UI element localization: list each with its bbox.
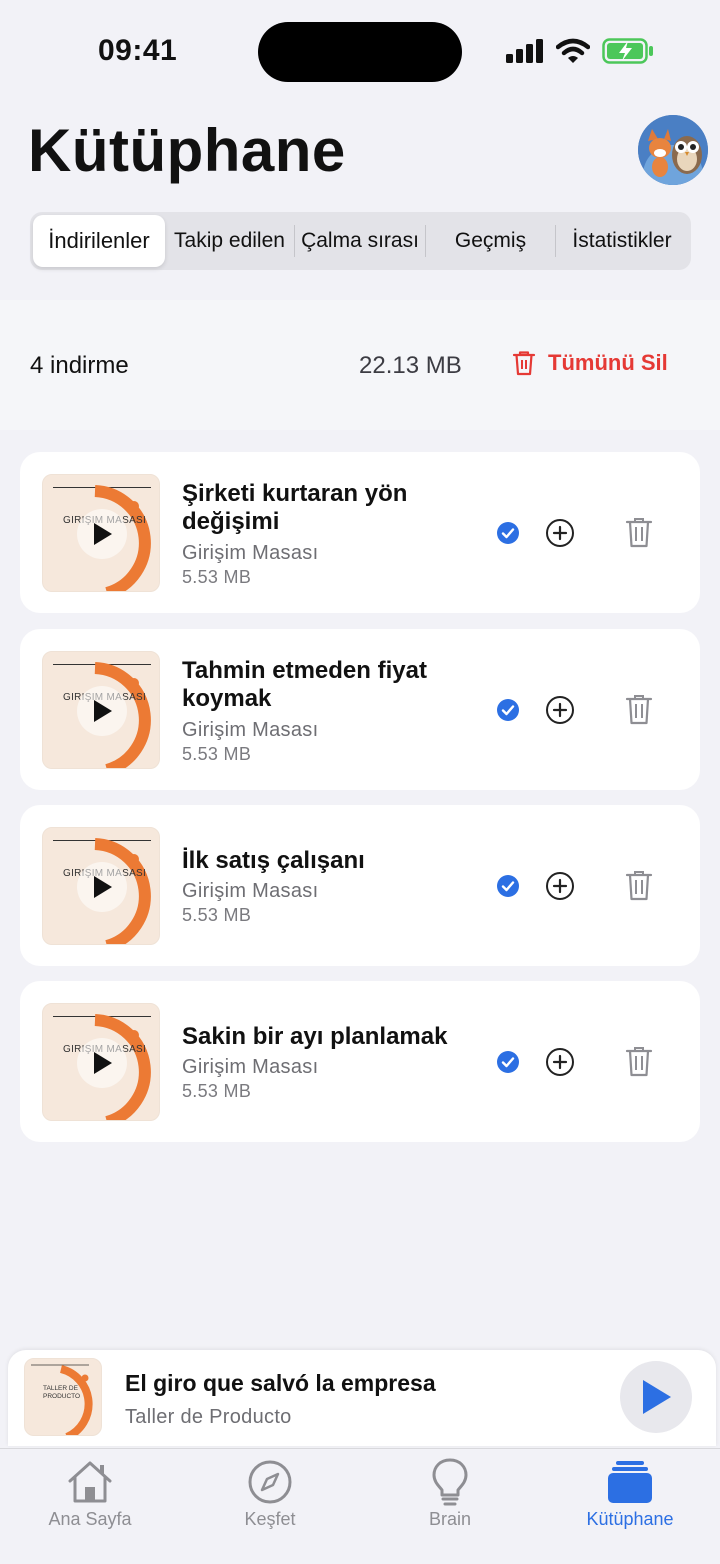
library-icon xyxy=(608,1461,652,1503)
dynamic-island xyxy=(258,22,462,82)
tabbar-item-explore[interactable]: Keşfet xyxy=(180,1449,360,1539)
play-episode-button[interactable] xyxy=(77,862,127,912)
episode-artwork: GIRIŞIM MASASI xyxy=(42,474,160,592)
status-time: 09:41 xyxy=(98,34,178,67)
add-to-queue-icon[interactable] xyxy=(545,1047,575,1077)
delete-all-button[interactable]: Tümünü Sil xyxy=(512,350,668,376)
download-item[interactable]: GIRIŞIM MASASI Tahmin etmeden fiyat koym… xyxy=(20,629,700,790)
delete-all-label: Tümünü Sil xyxy=(548,350,668,375)
download-item[interactable]: GIRIŞIM MASASI Şirketi kurtaran yön deği… xyxy=(20,452,700,613)
play-episode-button[interactable] xyxy=(77,686,127,736)
add-to-queue-icon[interactable] xyxy=(545,871,575,901)
tabbar-label: Ana Sayfa xyxy=(48,1509,132,1529)
tab-bar: Ana Sayfa Keşfet Brain Kütüphane xyxy=(0,1448,720,1564)
episode-artwork: GIRIŞIM MASASI xyxy=(42,1003,160,1121)
now-playing-title: El giro que salvó la empresa xyxy=(125,1370,436,1396)
downloaded-check-icon xyxy=(497,522,519,544)
status-icons xyxy=(506,38,654,64)
play-icon xyxy=(643,1380,671,1414)
file-size: 5.53 MB xyxy=(182,567,252,587)
compass-icon xyxy=(248,1460,292,1504)
avatar-image xyxy=(638,115,708,185)
file-size: 5.53 MB xyxy=(182,744,252,764)
page-title: Kütüphane xyxy=(28,117,346,184)
episode-title: Sakin bir ayı planlamak xyxy=(182,1023,448,1050)
delete-episode-icon[interactable] xyxy=(625,1045,653,1077)
downloaded-check-icon xyxy=(497,875,519,897)
tab-history[interactable]: Geçmiş xyxy=(426,215,555,267)
lightbulb-icon xyxy=(432,1458,468,1506)
download-count: 4 indirme xyxy=(30,352,129,379)
podcast-name: Girişim Masası xyxy=(182,880,319,902)
tabbar-label: Brain xyxy=(428,1509,472,1529)
file-size: 5.53 MB xyxy=(182,905,252,925)
tab-statistics[interactable]: İstatistikler xyxy=(556,215,688,267)
tabbar-label: Keşfet xyxy=(244,1509,296,1529)
download-item[interactable]: GIRIŞIM MASASI Sakin bir ayı planlamak G… xyxy=(20,981,700,1142)
delete-episode-icon[interactable] xyxy=(625,516,653,548)
episode-title: Tahmin etmeden fiyat koymak xyxy=(182,657,427,712)
now-playing-podcast: Taller de Producto xyxy=(125,1406,292,1428)
episode-artwork: GIRIŞIM MASASI xyxy=(42,827,160,945)
add-to-queue-icon[interactable] xyxy=(545,695,575,725)
tab-label: İndirilenler xyxy=(48,228,150,253)
battery-charging-icon xyxy=(602,38,653,64)
download-item[interactable]: GIRIŞIM MASASI İlk satış çalışanı Girişi… xyxy=(20,805,700,966)
tab-label: Geçmiş xyxy=(454,229,527,252)
downloaded-check-icon xyxy=(497,699,519,721)
tabbar-item-library[interactable]: Kütüphane xyxy=(540,1449,720,1539)
play-episode-button[interactable] xyxy=(77,509,127,559)
add-to-queue-icon[interactable] xyxy=(545,518,575,548)
wifi-icon xyxy=(556,38,590,63)
tab-label: İstatistikler xyxy=(572,229,672,252)
play-icon xyxy=(94,700,112,722)
tabbar-label: Kütüphane xyxy=(586,1509,674,1529)
play-icon xyxy=(94,1052,112,1074)
status-bar: 09:41 xyxy=(0,0,720,104)
downloaded-check-icon xyxy=(497,1051,519,1073)
tab-following[interactable]: Takip edilen xyxy=(165,215,294,267)
tabbar-item-brain[interactable]: Brain xyxy=(360,1449,540,1539)
mini-player[interactable]: TALLER DE PRODUCTO El giro que salvó la … xyxy=(8,1350,716,1446)
total-size: 22.13 MB xyxy=(359,352,462,379)
artwork-label: TALLER DE PRODUCTO xyxy=(43,1385,81,1400)
play-episode-button[interactable] xyxy=(77,1038,127,1088)
now-playing-artwork: TALLER DE PRODUCTO xyxy=(24,1358,102,1436)
profile-avatar[interactable] xyxy=(638,115,708,185)
play-icon xyxy=(94,876,112,898)
file-size: 5.53 MB xyxy=(182,1081,252,1101)
tab-downloads[interactable]: İndirilenler xyxy=(33,215,165,267)
delete-episode-icon[interactable] xyxy=(625,869,653,901)
play-icon xyxy=(94,523,112,545)
podcast-name: Girişim Masası xyxy=(182,719,319,741)
tab-label: Takip edilen xyxy=(174,229,285,252)
downloads-summary: 4 indirme 22.13 MB Tümünü Sil xyxy=(0,300,720,430)
episode-title: İlk satış çalışanı xyxy=(182,847,365,874)
episode-title: Şirketi kurtaran yön değişimi xyxy=(182,480,408,535)
podcast-name: Girişim Masası xyxy=(182,542,319,564)
episode-artwork: GIRIŞIM MASASI xyxy=(42,651,160,769)
mini-play-button[interactable] xyxy=(620,1361,692,1433)
library-segmented-control: İndirilenler Takip edilen Çalma sırası G… xyxy=(30,212,691,270)
tabbar-item-home[interactable]: Ana Sayfa xyxy=(0,1449,180,1539)
trash-icon xyxy=(512,351,536,376)
house-icon xyxy=(68,1461,112,1503)
cellular-signal-icon xyxy=(506,39,543,63)
tab-label: Çalma sırası xyxy=(301,229,419,252)
podcast-name: Girişim Masası xyxy=(182,1056,319,1078)
tab-queue[interactable]: Çalma sırası xyxy=(295,215,425,267)
delete-episode-icon[interactable] xyxy=(625,693,653,725)
